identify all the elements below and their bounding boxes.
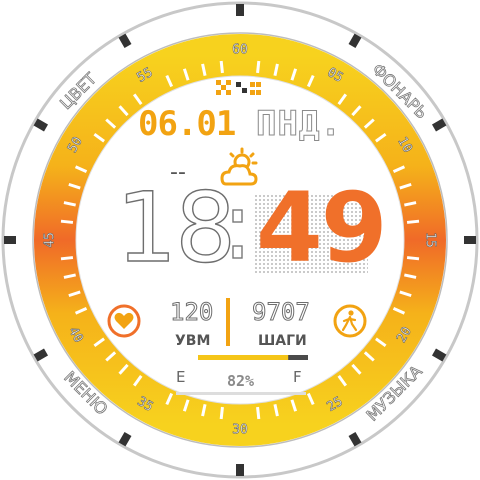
bezel-marker	[431, 348, 447, 362]
ring-tick	[406, 256, 420, 261]
stats-divider	[226, 298, 230, 346]
weekday-display: ПНД.	[256, 104, 342, 145]
ring-label: 30	[232, 423, 248, 438]
battery-full-label: F	[293, 368, 302, 386]
hours-display: 18	[115, 172, 237, 284]
bezel-marker	[348, 431, 362, 447]
steps-label: ШАГИ	[258, 333, 307, 349]
bezel-marker	[348, 33, 362, 49]
ring-tick	[256, 406, 261, 420]
time-separator	[232, 209, 243, 259]
bezel-marker	[33, 118, 49, 132]
bezel-marker	[431, 118, 447, 132]
battery-empty-label: E	[176, 368, 186, 386]
bezel-marker	[118, 33, 132, 49]
ring-label: 15	[423, 232, 438, 248]
ring-label: 60	[232, 43, 248, 58]
bezel-marker	[33, 348, 49, 362]
ring-tick	[219, 406, 224, 420]
heart-rate-value: 120	[169, 298, 214, 327]
minutes-display: 49	[256, 172, 388, 284]
steps-value: 9707	[252, 298, 311, 327]
heart-rate-label: УВМ	[175, 333, 211, 349]
ring-tick	[406, 219, 420, 224]
ring-label: 45	[43, 232, 58, 248]
ring-tick	[60, 219, 74, 224]
battery-gauge	[198, 355, 308, 360]
ring-tick	[256, 60, 261, 74]
bezel-marker	[118, 431, 132, 447]
battery-baseline	[176, 392, 306, 395]
date-display: 06.01	[138, 104, 236, 144]
ring-tick	[60, 256, 74, 261]
ring-tick	[219, 60, 224, 74]
battery-percent: 82%	[227, 372, 255, 390]
battery-gauge-fill	[198, 355, 289, 360]
